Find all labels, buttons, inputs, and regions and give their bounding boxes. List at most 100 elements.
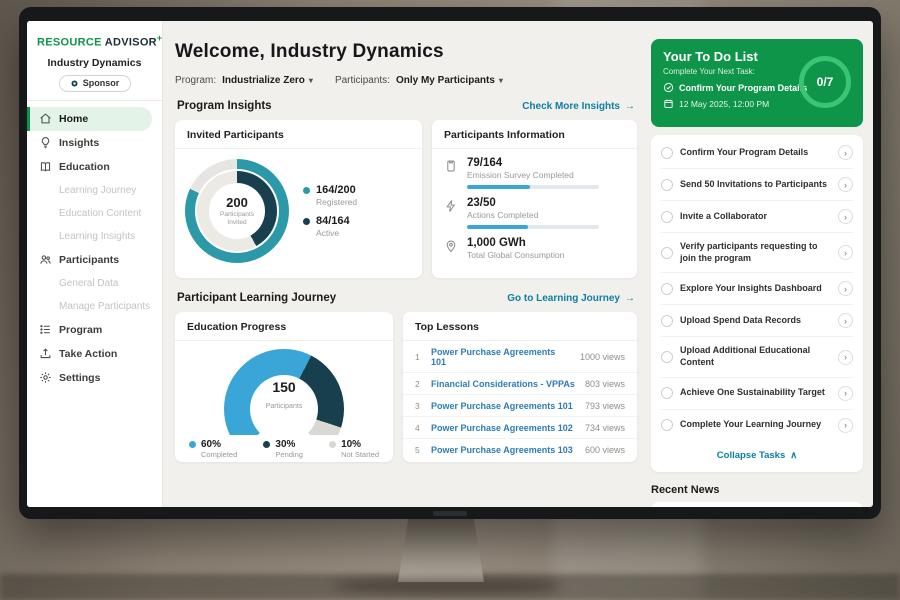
task-row[interactable]: Invite a Collaborator › [661, 201, 853, 233]
task-row[interactable]: Explore Your Insights Dashboard › [661, 273, 853, 305]
lesson-row: 1 Power Purchase Agreements 101 1000 vie… [403, 341, 637, 373]
gauge-center-value: 150 [224, 379, 344, 395]
check-more-insights-link[interactable]: Check More Insights → [522, 101, 635, 112]
task-checkbox[interactable] [661, 387, 673, 399]
task-checkbox[interactable] [661, 315, 673, 327]
desk-background: RESOURCE ADVISOR+ Industry Dynamics Spon… [0, 0, 900, 600]
arrow-right-icon: → [625, 293, 635, 304]
education-progress-gauge: 150 Participants [224, 349, 344, 435]
sidebar-item-insights[interactable]: Insights [27, 131, 162, 155]
education-book-icon [39, 160, 52, 173]
emission-survey-progressbar [467, 185, 599, 189]
chevron-right-icon[interactable]: › [838, 145, 853, 160]
invited-participants-title: Invited Participants [175, 120, 422, 149]
sidebar-item-program[interactable]: Program [27, 318, 162, 342]
participants-filter-select[interactable]: Only My Participants ▾ [396, 75, 503, 86]
sidebar-item-manage-participants[interactable]: Manage Participants [27, 295, 162, 318]
program-filter: Program: Industrialize Zero ▾ [175, 75, 313, 86]
org-block: Industry Dynamics Sponsor [27, 57, 162, 101]
todo-summary-card: Your To Do List Complete Your Next Task:… [651, 39, 863, 127]
sidebar-nav: Home Insights Education Learning Journey… [27, 101, 162, 390]
survey-clipboard-icon [444, 159, 458, 173]
active-dot [303, 218, 310, 225]
task-row[interactable]: Complete Your Learning Journey › [661, 410, 853, 441]
sidebar-item-general-data[interactable]: General Data [27, 272, 162, 295]
chevron-right-icon[interactable]: › [838, 245, 853, 260]
task-row[interactable]: Upload Additional Educational Content › [661, 337, 853, 377]
education-progress-card: Education Progress 150 Participants [175, 312, 393, 462]
legend-registered: 164/200 Registered [303, 184, 357, 207]
task-checkbox[interactable] [661, 147, 673, 159]
brand-logo[interactable]: RESOURCE ADVISOR+ [27, 31, 162, 51]
go-to-learning-journey-link[interactable]: Go to Learning Journey → [507, 293, 635, 304]
program-filter-select[interactable]: Industrialize Zero ▾ [222, 75, 313, 86]
lesson-row: 5 Power Purchase Agreements 103 600 view… [403, 439, 637, 460]
task-checkbox[interactable] [661, 179, 673, 191]
chevron-right-icon[interactable]: › [838, 313, 853, 328]
chevron-right-icon[interactable]: › [838, 350, 853, 365]
sidebar: RESOURCE ADVISOR+ Industry Dynamics Spon… [27, 21, 163, 507]
education-progress-title: Education Progress [175, 312, 393, 341]
lesson-link[interactable]: Financial Considerations - VPPAs [431, 379, 577, 389]
todo-column: Your To Do List Complete Your Next Task:… [649, 21, 873, 507]
take-action-icon [39, 347, 52, 360]
lesson-link[interactable]: Power Purchase Agreements 102 [431, 423, 577, 433]
chevron-right-icon[interactable]: › [838, 177, 853, 192]
task-checkbox[interactable] [661, 211, 673, 223]
actions-completed-stat: 23/50 Actions Completed [444, 197, 625, 229]
program-insights-title: Program Insights [177, 100, 272, 112]
lesson-row: 4 Power Purchase Agreements 102 734 view… [403, 417, 637, 439]
check-circle-icon [663, 82, 674, 93]
task-row[interactable]: Upload Spend Data Records › [661, 305, 853, 337]
lesson-link[interactable]: Power Purchase Agreements 101 [431, 401, 577, 411]
chevron-down-icon: ▾ [309, 76, 313, 85]
top-lessons-title: Top Lessons [403, 312, 637, 341]
todo-tasks-card: Confirm Your Program Details › Send 50 I… [651, 135, 863, 472]
sponsor-badge[interactable]: Sponsor [59, 75, 131, 92]
emission-survey-stat: 79/164 Emission Survey Completed [444, 157, 625, 189]
invited-legend: 164/200 Registered 84/164 Active [303, 176, 357, 246]
task-checkbox[interactable] [661, 351, 673, 363]
recent-news-title: Recent News [651, 484, 863, 496]
sidebar-item-learning-journey[interactable]: Learning Journey [27, 179, 162, 202]
learning-journey-title: Participant Learning Journey [177, 292, 336, 304]
task-row[interactable]: Achieve One Sustainability Target › [661, 378, 853, 410]
invited-center-label: Participants Invited [214, 211, 260, 227]
lesson-link[interactable]: Power Purchase Agreements 101 [431, 347, 572, 367]
org-name: Industry Dynamics [27, 57, 162, 69]
chevron-right-icon[interactable]: › [838, 418, 853, 433]
actions-progressbar [467, 225, 599, 229]
task-checkbox[interactable] [661, 283, 673, 295]
chevron-right-icon[interactable]: › [838, 209, 853, 224]
invited-participants-card: Invited Participants 200 Participants In… [175, 120, 422, 278]
learning-journey-header: Participant Learning Journey Go to Learn… [177, 292, 635, 304]
sidebar-item-learning-insights[interactable]: Learning Insights [27, 225, 162, 248]
legend-completed: 60% Completed [189, 439, 237, 459]
sidebar-item-take-action[interactable]: Take Action [27, 342, 162, 366]
sidebar-item-home[interactable]: Home [27, 107, 152, 131]
chevron-down-icon: ▾ [499, 76, 503, 85]
task-row[interactable]: Send 50 Invitations to Participants › [661, 169, 853, 201]
task-row[interactable]: Confirm Your Program Details › [661, 137, 853, 169]
legend-pending: 30% Pending [263, 439, 303, 459]
lesson-link[interactable]: Power Purchase Agreements 103 [431, 445, 577, 455]
task-checkbox[interactable] [661, 419, 673, 431]
settings-gear-icon [39, 371, 52, 384]
recent-news-card [651, 502, 863, 507]
sidebar-item-participants[interactable]: Participants [27, 248, 162, 272]
consumption-stat: 1,000 GWh Total Global Consumption [444, 237, 625, 260]
sidebar-item-education-content[interactable]: Education Content [27, 202, 162, 225]
legend-active: 84/164 Active [303, 215, 357, 238]
program-insights-cards: Invited Participants 200 Participants In… [175, 120, 637, 278]
participants-information-card: Participants Information 79/164 Emission… [432, 120, 637, 278]
task-row[interactable]: Verify participants requesting to join t… [661, 233, 853, 273]
chevron-right-icon[interactable]: › [838, 281, 853, 296]
chevron-up-icon: ∧ [790, 450, 797, 461]
task-checkbox[interactable] [661, 247, 673, 259]
dashboard-screen: RESOURCE ADVISOR+ Industry Dynamics Spon… [27, 21, 873, 507]
sidebar-item-settings[interactable]: Settings [27, 366, 162, 390]
sidebar-item-education[interactable]: Education [27, 155, 162, 179]
registered-dot [303, 187, 310, 194]
chevron-right-icon[interactable]: › [838, 386, 853, 401]
collapse-tasks-link[interactable]: Collapse Tasks ∧ [661, 441, 853, 470]
